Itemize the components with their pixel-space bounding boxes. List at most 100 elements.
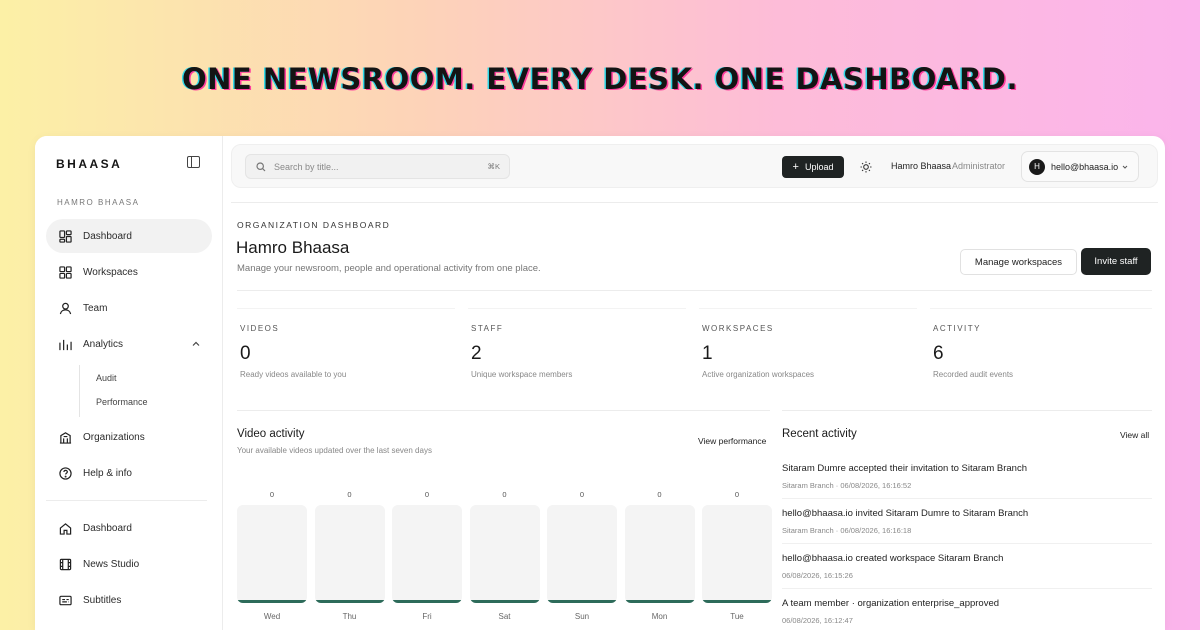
stat-value: 2: [471, 343, 482, 364]
sidebar-item-subtitles[interactable]: Subtitles: [46, 583, 212, 617]
theme-toggle-button[interactable]: [854, 155, 878, 179]
activity-meta: 06/08/2026, 16:12:47: [782, 616, 853, 625]
sidebar-subitem-audit[interactable]: Audit: [96, 373, 117, 383]
sidebar-toggle-icon[interactable]: [187, 156, 200, 168]
stat-card-workspaces: WORKSPACES 1 Active organization workspa…: [702, 324, 922, 379]
search-box[interactable]: ⌘K: [245, 154, 510, 179]
bar: [237, 600, 307, 603]
bar: [392, 600, 462, 603]
bar-value-label: 0: [269, 490, 275, 499]
bar-value-label: 0: [347, 490, 352, 499]
activity-item[interactable]: hello@bhaasa.io invited Sitaram Dumre to…: [782, 508, 1152, 535]
search-icon: [256, 161, 266, 171]
stat-divider: [699, 308, 917, 309]
activity-meta: Sitaram Branch · 06/08/2026, 16:16:52: [782, 481, 912, 490]
upload-button[interactable]: + Upload: [782, 156, 844, 178]
sidebar-item-analytics[interactable]: Analytics: [46, 327, 212, 361]
user-icon: [59, 302, 72, 315]
bar-track: [624, 505, 695, 603]
stat-description: Recorded audit events: [933, 370, 1014, 379]
stat-card-videos: VIDEOS 0 Ready videos available to you: [240, 324, 460, 379]
avatar: H: [1029, 158, 1045, 175]
activity-text: Sitaram Dumre accepted their invitation …: [782, 463, 1027, 474]
x-tick-label: Tue: [730, 612, 744, 621]
page-eyebrow: ORGANIZATION DASHBOARD: [237, 220, 391, 230]
user-name: Hamro Bhaasa: [891, 161, 952, 171]
stat-label: ACTIVITY: [933, 324, 982, 333]
bar-track: [547, 505, 617, 603]
stat-divider: [930, 308, 1152, 309]
x-tick-label: Thu: [342, 612, 357, 621]
marketing-headline: ONE NEWSROOM. EVERY DESK. ONE DASHBOARD.: [182, 62, 1018, 96]
stat-value: 1: [702, 343, 713, 364]
bar-value-label: 0: [657, 490, 662, 499]
sidebar-item-organizations[interactable]: Organizations: [46, 420, 212, 454]
search-input[interactable]: [274, 161, 474, 172]
view-performance-link[interactable]: View performance: [698, 436, 766, 446]
activity-item[interactable]: Sitaram Dumre accepted their invitation …: [782, 463, 1152, 490]
sidebar-item-home-dashboard[interactable]: Dashboard: [46, 511, 212, 545]
sidebar-item-label: News Studio: [83, 558, 140, 570]
stat-label: VIDEOS: [240, 324, 280, 333]
sidebar-item-help[interactable]: Help & info: [46, 456, 212, 490]
invite-staff-button[interactable]: Invite staff: [1081, 248, 1151, 275]
stat-label: WORKSPACES: [702, 324, 774, 333]
account-menu-button[interactable]: H hello@bhaasa.io: [1021, 151, 1139, 182]
sidebar-item-label: Team: [83, 302, 108, 314]
stat-label: STAFF: [471, 324, 504, 333]
sidebar-item-label: Dashboard: [83, 230, 132, 242]
topbar: ⌘K + Upload Hamro Bhaasa · Administrator…: [231, 144, 1158, 188]
user-role: · Administrator: [947, 161, 1006, 171]
bar-chart-icon: [59, 338, 72, 351]
x-tick-label: Wed: [263, 612, 281, 621]
captions-icon: [59, 594, 72, 607]
x-tick-label: Sat: [498, 612, 511, 621]
subnav-divider: [79, 365, 80, 417]
bar-value-label: 0: [424, 490, 430, 499]
video-activity-subtitle: Your available videos updated over the l…: [237, 446, 432, 455]
page-subtitle: Manage your newsroom, people and operati…: [237, 263, 541, 274]
manage-workspaces-button[interactable]: Manage workspaces: [960, 249, 1077, 275]
topbar-divider: [231, 202, 1158, 203]
sidebar-divider: [46, 500, 207, 501]
sidebar-item-label: Organizations: [83, 431, 145, 443]
sidebar: BHAASA HAMRO BHAASA Dashboard Workspaces…: [35, 136, 223, 630]
bar-value-label: 0: [579, 490, 585, 499]
x-tick-label: Mon: [651, 612, 668, 621]
activity-text: hello@bhaasa.io invited Sitaram Dumre to…: [782, 508, 1029, 519]
sidebar-item-workspaces[interactable]: Workspaces: [46, 255, 212, 289]
activity-divider: [782, 543, 1152, 544]
home-icon: [59, 522, 72, 535]
sidebar-item-label: Help & info: [83, 467, 132, 479]
stat-divider: [468, 308, 686, 309]
x-tick-label: Fri: [422, 612, 432, 621]
sun-icon: [860, 161, 872, 173]
sidebar-item-team[interactable]: Team: [46, 291, 212, 325]
sidebar-subitem-performance[interactable]: Performance: [96, 397, 148, 407]
stat-description: Ready videos available to you: [240, 370, 347, 379]
account-email: hello@bhaasa.io: [1051, 161, 1119, 172]
bar: [547, 600, 617, 603]
activity-text: hello@bhaasa.io created workspace Sitara…: [782, 553, 1004, 564]
header-divider: [237, 290, 1152, 291]
activity-divider: [782, 588, 1152, 589]
activity-item[interactable]: A team member · organization enterprise_…: [782, 598, 1152, 625]
stat-description: Active organization workspaces: [702, 370, 815, 379]
bar-track: [237, 505, 307, 603]
x-tick-label: Sun: [574, 612, 590, 621]
chevron-up-icon[interactable]: [192, 340, 200, 348]
bar-track: [469, 505, 540, 603]
sidebar-item-dashboard[interactable]: Dashboard: [46, 219, 212, 253]
activity-item[interactable]: hello@bhaasa.io created workspace Sitara…: [782, 553, 1152, 580]
sidebar-item-label: Workspaces: [83, 266, 138, 278]
stat-description: Unique workspace members: [471, 370, 573, 379]
view-all-link[interactable]: View all: [1120, 430, 1149, 440]
dashboard-icon: [59, 229, 72, 243]
activity-text: A team member · organization enterprise_…: [782, 598, 1000, 609]
building-icon: [59, 431, 72, 444]
bar-track: [392, 505, 462, 603]
activity-meta: 06/08/2026, 16:15:26: [782, 571, 853, 580]
sidebar-item-news-studio[interactable]: News Studio: [46, 547, 212, 581]
stat-card-activity: ACTIVITY 6 Recorded audit events: [933, 324, 1153, 379]
brand-logo[interactable]: BHAASA: [56, 157, 122, 171]
